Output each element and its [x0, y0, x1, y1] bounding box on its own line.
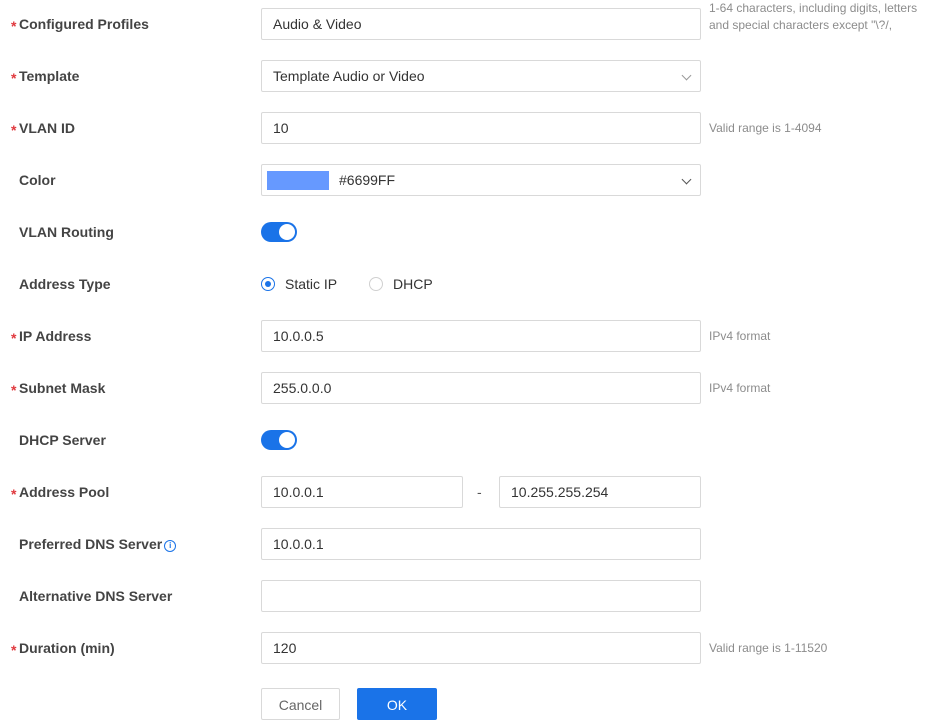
- configured-profiles-input[interactable]: Audio & Video: [261, 8, 701, 40]
- color-select[interactable]: #6699FF: [261, 164, 701, 196]
- template-value: Template Audio or Video: [273, 68, 425, 84]
- vlan-id-input[interactable]: 10: [261, 112, 701, 144]
- address-type-label: Address Type: [19, 276, 111, 292]
- row-alternative-dns: Alternative DNS Server: [0, 580, 933, 612]
- row-dhcp-server: DHCP Server: [0, 424, 933, 456]
- ok-button[interactable]: OK: [357, 688, 437, 720]
- ip-address-input[interactable]: 10.0.0.5: [261, 320, 701, 352]
- dhcp-label[interactable]: DHCP: [393, 268, 433, 300]
- row-duration: * Duration (min) 120 Valid range is 1-11…: [0, 632, 933, 664]
- ip-address-hint: IPv4 format: [709, 329, 771, 343]
- subnet-mask-label: Subnet Mask: [19, 380, 106, 396]
- duration-hint: Valid range is 1-11520: [709, 641, 828, 655]
- color-swatch: [267, 171, 329, 190]
- address-pool-separator: -: [477, 484, 482, 500]
- row-template: * Template Template Audio or Video: [0, 60, 933, 92]
- color-value: #6699FF: [339, 172, 396, 188]
- vlan-routing-toggle[interactable]: [261, 222, 297, 242]
- subnet-mask-value: 255.0.0.0: [273, 380, 332, 396]
- alternative-dns-label: Alternative DNS Server: [19, 588, 173, 604]
- configured-profiles-label: Configured Profiles: [19, 16, 149, 32]
- required-mark: *: [11, 486, 17, 502]
- required-mark: *: [11, 70, 17, 86]
- chevron-down-icon: [681, 70, 692, 81]
- chevron-down-icon: [681, 174, 692, 185]
- ip-address-value: 10.0.0.5: [273, 328, 324, 344]
- row-color: Color #6699FF: [0, 164, 933, 196]
- preferred-dns-input[interactable]: 10.0.0.1: [261, 528, 701, 560]
- info-icon[interactable]: i: [164, 540, 177, 552]
- address-pool-start-value: 10.0.0.1: [273, 484, 324, 500]
- configured-profiles-value: Audio & Video: [273, 16, 362, 32]
- address-pool-start-input[interactable]: 10.0.0.1: [261, 476, 463, 508]
- row-subnet-mask: * Subnet Mask 255.0.0.0 IPv4 format: [0, 372, 933, 404]
- preferred-dns-value: 10.0.0.1: [273, 536, 324, 552]
- preferred-dns-label: Preferred DNS Server i: [19, 528, 177, 560]
- ip-address-label: IP Address: [19, 328, 92, 344]
- static-ip-label[interactable]: Static IP: [285, 268, 337, 300]
- static-ip-radio[interactable]: [261, 277, 275, 291]
- dhcp-server-label: DHCP Server: [19, 432, 106, 448]
- configured-profiles-hint: 1-64 characters, including digits, lette…: [709, 1, 918, 32]
- color-label: Color: [19, 172, 56, 188]
- vlan-id-hint: Valid range is 1-4094: [709, 121, 822, 135]
- vlan-routing-label: VLAN Routing: [19, 224, 114, 240]
- subnet-mask-input[interactable]: 255.0.0.0: [261, 372, 701, 404]
- row-actions: Cancel OK: [0, 688, 933, 720]
- duration-label: Duration (min): [19, 640, 115, 656]
- address-pool-label: Address Pool: [19, 484, 110, 500]
- required-mark: *: [11, 122, 17, 138]
- duration-value: 120: [273, 640, 297, 656]
- cancel-button[interactable]: Cancel: [261, 688, 340, 720]
- row-vlan-id: * VLAN ID 10 Valid range is 1-4094: [0, 112, 933, 144]
- alternative-dns-input[interactable]: [261, 580, 701, 612]
- required-mark: *: [11, 18, 17, 34]
- toggle-knob: [279, 432, 295, 448]
- row-address-pool: * Address Pool 10.0.0.1 - 10.255.255.254: [0, 476, 933, 508]
- dhcp-radio[interactable]: [369, 277, 383, 291]
- row-address-type: Address Type Static IP DHCP: [0, 268, 933, 300]
- row-configured-profiles: * Configured Profiles Audio & Video 1-64…: [0, 1, 933, 40]
- preferred-dns-label-text: Preferred DNS Server: [19, 536, 163, 552]
- required-mark: *: [11, 642, 17, 658]
- address-pool-end-value: 10.255.255.254: [511, 484, 609, 500]
- address-pool-end-input[interactable]: 10.255.255.254: [499, 476, 701, 508]
- row-ip-address: * IP Address 10.0.0.5 IPv4 format: [0, 320, 933, 352]
- dhcp-server-toggle[interactable]: [261, 430, 297, 450]
- vlan-id-value: 10: [273, 120, 289, 136]
- required-mark: *: [11, 330, 17, 346]
- template-select[interactable]: Template Audio or Video: [261, 60, 701, 92]
- vlan-id-label: VLAN ID: [19, 120, 75, 136]
- row-vlan-routing: VLAN Routing: [0, 216, 933, 248]
- duration-input[interactable]: 120: [261, 632, 701, 664]
- toggle-knob: [279, 224, 295, 240]
- subnet-mask-hint: IPv4 format: [709, 381, 771, 395]
- template-label: Template: [19, 68, 80, 84]
- row-preferred-dns: Preferred DNS Server i 10.0.0.1: [0, 528, 933, 560]
- required-mark: *: [11, 382, 17, 398]
